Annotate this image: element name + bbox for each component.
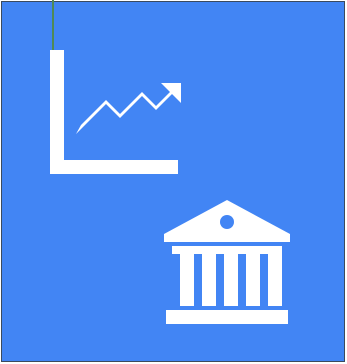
icon-canvas — [0, 0, 347, 364]
bank-building-icon — [164, 200, 290, 324]
trending-up-chart-icon — [50, 50, 181, 174]
